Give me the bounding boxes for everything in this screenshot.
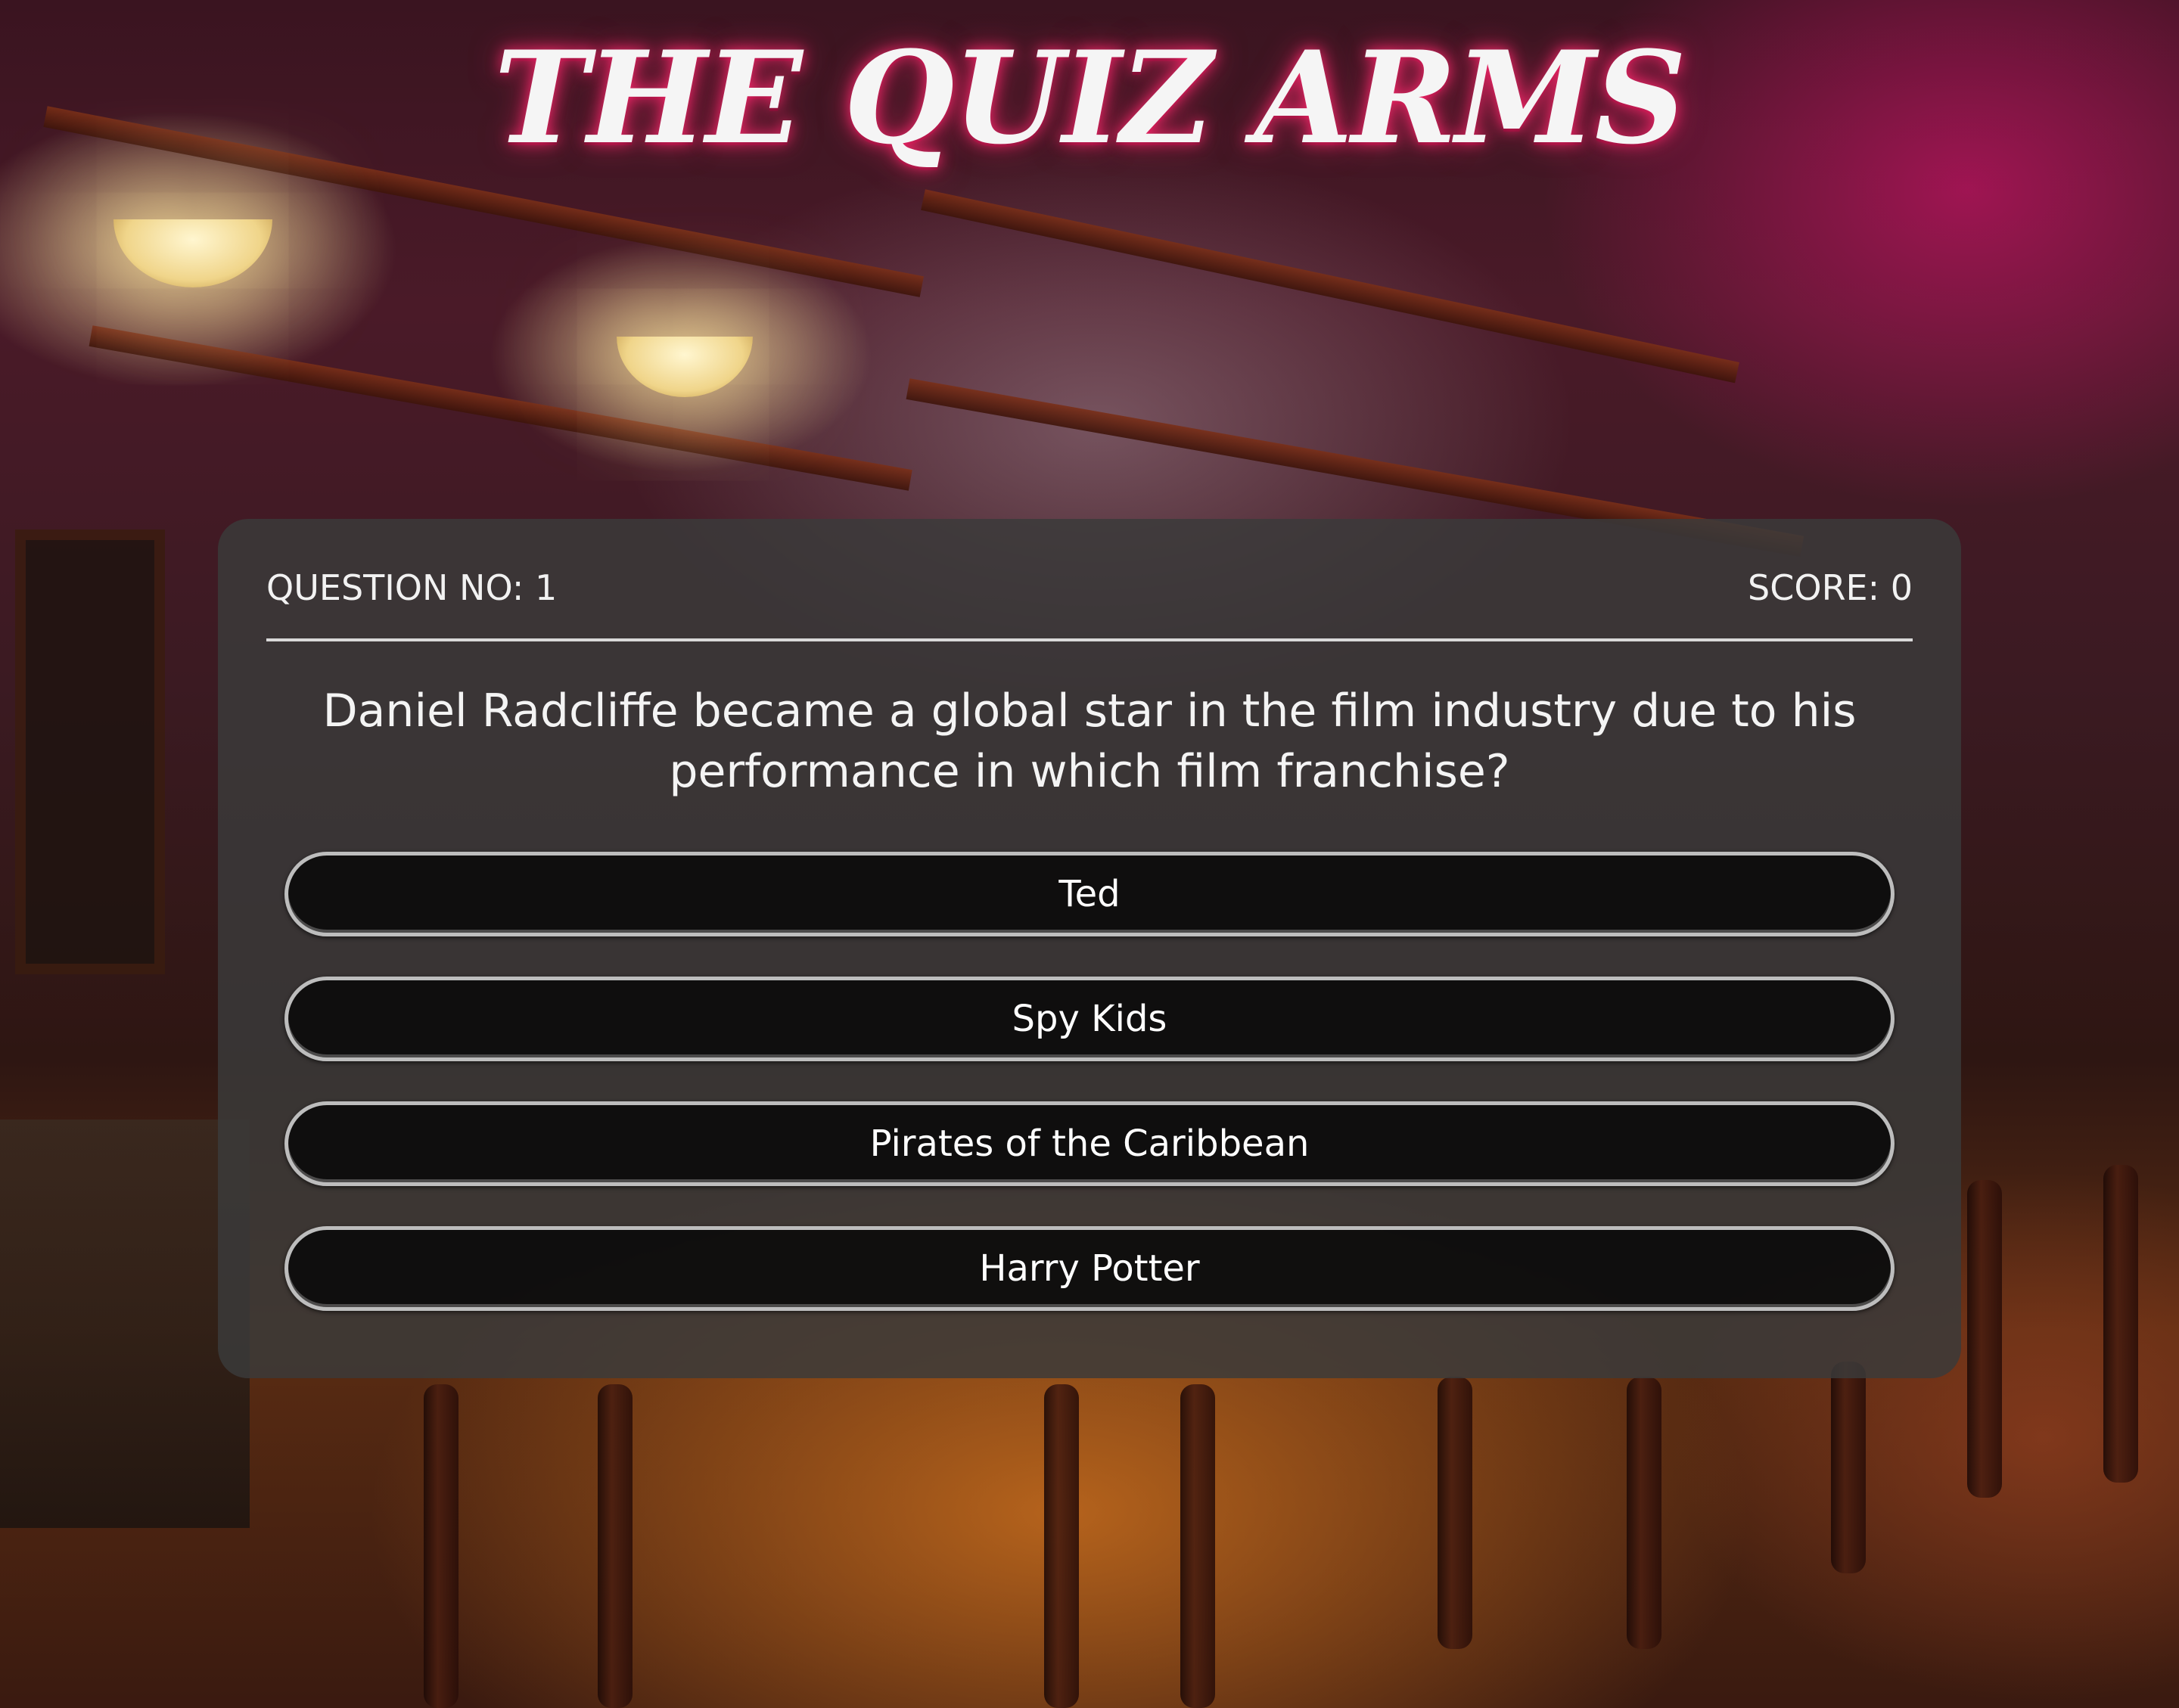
bar-stool	[1044, 1384, 1079, 1708]
answer-button[interactable]: Pirates of the Caribbean	[284, 1101, 1895, 1186]
quiz-header: QUESTION NO: 1 SCORE: 0	[266, 519, 1913, 641]
lamp	[113, 219, 272, 287]
page-title: THE QUIZ ARMS	[493, 23, 1686, 172]
question-text: Daniel Radcliffe became a global star in…	[322, 685, 1857, 798]
question-number: QUESTION NO: 1	[266, 567, 558, 608]
bar-stool	[1627, 1377, 1661, 1649]
bar-stool	[1831, 1362, 1866, 1573]
bar-stool	[598, 1384, 633, 1708]
bar-stool	[1967, 1180, 2002, 1498]
bar-stool	[1438, 1377, 1472, 1649]
lamp	[617, 337, 753, 397]
answer-button[interactable]: Spy Kids	[284, 977, 1895, 1061]
shelf	[89, 325, 912, 491]
chalkboard	[15, 529, 165, 974]
answer-button[interactable]: Harry Potter	[284, 1226, 1895, 1311]
answer-button[interactable]: Ted	[284, 852, 1895, 936]
answer-list: Ted Spy Kids Pirates of the Caribbean Ha…	[284, 852, 1895, 1351]
bar-stool	[424, 1384, 458, 1708]
bar-stool	[2103, 1165, 2138, 1483]
bar-stool	[1180, 1384, 1215, 1708]
quiz-panel: QUESTION NO: 1 SCORE: 0 Daniel Radcliffe…	[218, 519, 1961, 1378]
shelf	[921, 189, 1739, 384]
poster	[0, 1120, 250, 1528]
score-display: SCORE: 0	[1748, 567, 1913, 608]
